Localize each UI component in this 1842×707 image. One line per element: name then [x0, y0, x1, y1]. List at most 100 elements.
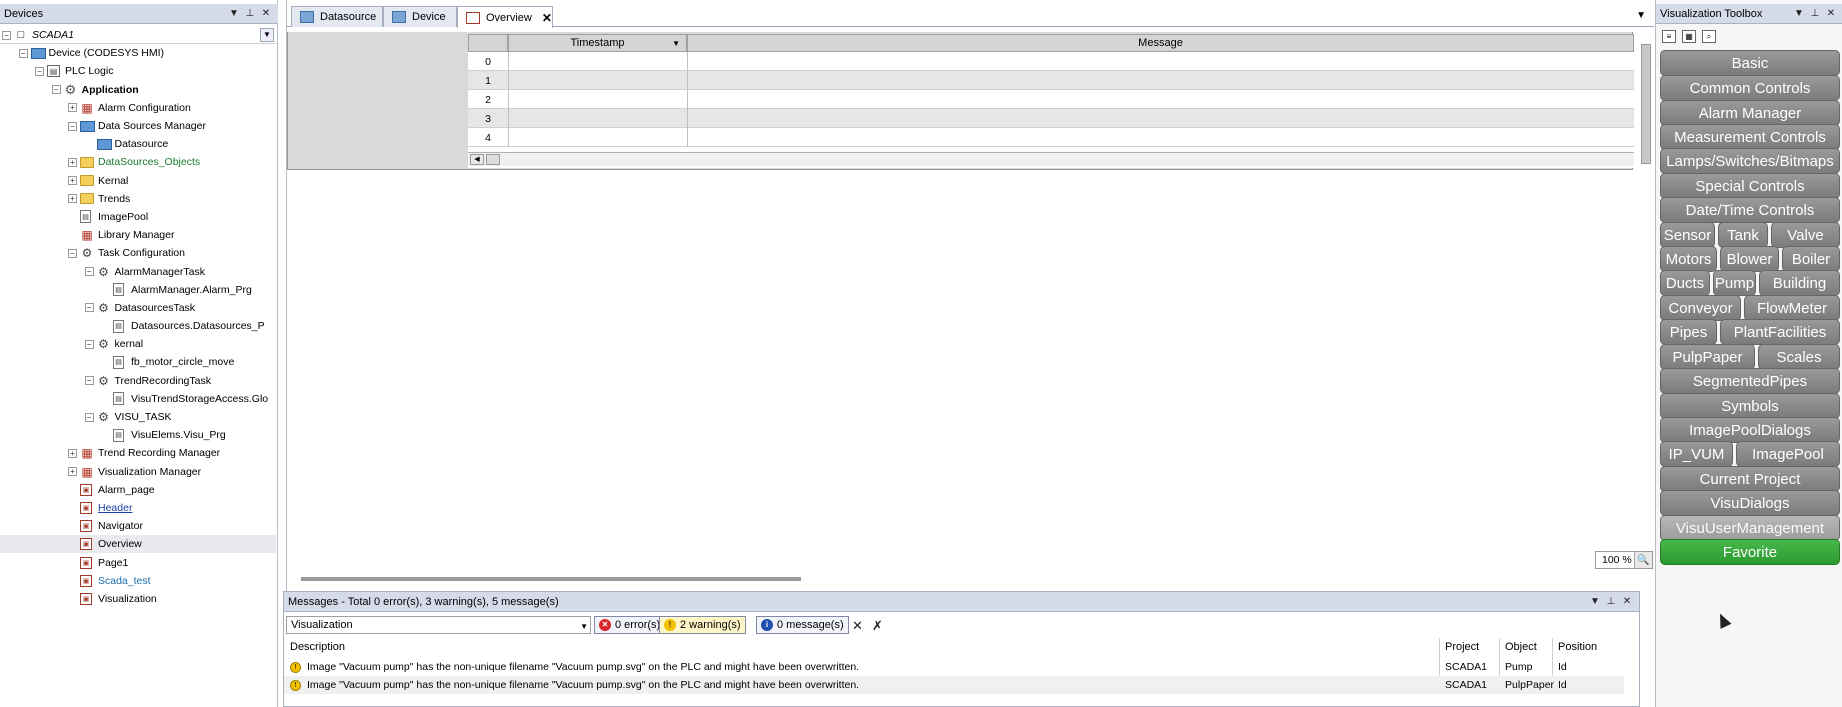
tree-item[interactable]: ▤ ImagePool	[0, 208, 276, 226]
tree-item[interactable]: ▣ Overview	[0, 535, 276, 554]
project-column-header[interactable]: Project	[1445, 638, 1479, 656]
pin-icon[interactable]: ⊥	[1807, 8, 1823, 19]
expand-icon[interactable]: +	[68, 176, 77, 186]
tree-item[interactable]: ▤ Datasources.Datasources_P	[0, 317, 276, 335]
toolbox-category-imagepooldialogs[interactable]: ImagePoolDialogs	[1660, 417, 1840, 443]
editor-horizontal-scrollbar[interactable]	[301, 577, 801, 581]
toolbox-category-conveyor[interactable]: Conveyor	[1660, 295, 1741, 321]
message-row[interactable]: ! Image "Vacuum pump" has the non-unique …	[284, 676, 1624, 694]
tree-item[interactable]: − Data Sources Manager	[0, 117, 276, 135]
collapse-icon[interactable]: −	[68, 121, 77, 131]
tree-item[interactable]: − ⚙ DatasourcesTask	[0, 299, 276, 317]
tab-overview[interactable]: Overview ✕	[457, 6, 553, 28]
tree-item[interactable]: − ⚙ Task Configuration	[0, 244, 276, 262]
tree-item[interactable]: ▤ fb_motor_circle_move	[0, 353, 276, 371]
zoom-control[interactable]: 100 % 🔍	[1595, 551, 1653, 569]
position-column-header[interactable]: Position	[1558, 638, 1597, 656]
toolbox-category-building[interactable]: Building	[1759, 270, 1840, 296]
close-tab-icon[interactable]: ✕	[542, 11, 552, 25]
expand-icon[interactable]: +	[68, 467, 77, 477]
toolbox-category-lamps-switches-bitmaps[interactable]: Lamps/Switches/Bitmaps	[1660, 148, 1840, 174]
tree-item[interactable]: + ▦ Visualization Manager	[0, 463, 276, 481]
toolbox-category-special-controls[interactable]: Special Controls	[1660, 173, 1840, 199]
messages-filter-button[interactable]: i 0 message(s)	[756, 616, 849, 634]
toolbox-category-blower[interactable]: Blower	[1720, 246, 1779, 272]
toolbox-category-favorite[interactable]: Favorite	[1660, 539, 1840, 565]
dropdown-icon[interactable]: ▼	[1791, 8, 1807, 19]
scroll-left-icon[interactable]: ◀	[470, 154, 484, 165]
toolbox-category-valve[interactable]: Valve	[1771, 222, 1840, 248]
toolbox-category-basic[interactable]: Basic	[1660, 50, 1840, 76]
expand-icon[interactable]: +	[68, 194, 77, 204]
tree-item[interactable]: − ⚙ AlarmManagerTask	[0, 262, 276, 280]
alarm-table[interactable]: Timestamp ▼ Message 0 1 2 3 4 ◀	[468, 34, 1634, 168]
tree-item[interactable]: ▤ AlarmManager.Alarm_Prg	[0, 281, 276, 299]
tree-item[interactable]: + ▦ Trend Recording Manager	[0, 444, 276, 462]
toolbox-category-pulppaper[interactable]: PulpPaper	[1660, 344, 1755, 370]
toolbox-category-boiler[interactable]: Boiler	[1782, 246, 1840, 272]
toolbox-category-ducts[interactable]: Ducts	[1660, 270, 1710, 296]
message-row[interactable]: ! Image "Vacuum pump" has the non-unique …	[284, 658, 1624, 676]
close-icon[interactable]: ✕	[1619, 596, 1635, 607]
tree-item[interactable]: ▣ Scada_test	[0, 572, 276, 590]
scroll-thumb[interactable]	[486, 154, 500, 165]
toolbox-category-measurement-controls[interactable]: Measurement Controls	[1660, 124, 1840, 150]
toolbox-category-date-time-controls[interactable]: Date/Time Controls	[1660, 197, 1840, 223]
expand-icon[interactable]: +	[68, 103, 77, 113]
errors-filter-button[interactable]: ✕ 0 error(s)	[594, 616, 666, 634]
tree-item[interactable]: − ▤ PLC Logic	[0, 62, 276, 80]
warnings-filter-button[interactable]: ! 2 warning(s)	[659, 616, 746, 634]
chevron-down-icon[interactable]: ▼	[580, 619, 588, 635]
toolbox-category-pump[interactable]: Pump	[1713, 270, 1756, 296]
collapse-icon[interactable]: −	[84, 267, 94, 277]
pin-icon[interactable]: ⊥	[242, 8, 258, 19]
expand-icon[interactable]: +	[68, 448, 77, 458]
tree-item[interactable]: ▣ Alarm_page	[0, 481, 276, 499]
collapse-icon[interactable]: −	[51, 85, 61, 95]
collapse-icon[interactable]: −	[84, 412, 94, 422]
toolbox-category-flowmeter[interactable]: FlowMeter	[1744, 295, 1840, 321]
dropdown-icon[interactable]: ▼	[1587, 596, 1603, 607]
zoom-icon[interactable]: 🔍	[1634, 552, 1652, 568]
tree-item[interactable]: − ⚙ Application	[0, 81, 276, 99]
toolbox-category-motors[interactable]: Motors	[1660, 246, 1717, 272]
alarm-row[interactable]: 3	[468, 109, 1634, 128]
description-column-header[interactable]: Description	[290, 638, 345, 656]
tree-item[interactable]: − □ SCADA1	[0, 26, 276, 44]
alarm-row[interactable]: 0	[468, 52, 1634, 71]
toolbox-category-scales[interactable]: Scales	[1758, 344, 1840, 370]
list-view-icon[interactable]: ≡	[1662, 29, 1676, 43]
collapse-icon[interactable]: −	[84, 339, 94, 349]
toolbox-category-imagepool[interactable]: ImagePool	[1736, 441, 1840, 467]
dropdown-icon[interactable]: ▼	[226, 8, 242, 19]
clear-all-icon[interactable]: ✗	[872, 618, 883, 634]
alarm-table-scrollbar[interactable]: ◀	[468, 152, 1634, 166]
tree-item[interactable]: ▣ Visualization	[0, 590, 276, 608]
grid-view-icon[interactable]: ▦	[1682, 29, 1696, 43]
tree-item[interactable]: − ⚙ kernal	[0, 335, 276, 353]
collapse-icon[interactable]: −	[68, 248, 77, 258]
tree-item[interactable]: + Trends	[0, 190, 276, 208]
tree-item[interactable]: ▣ Page1	[0, 553, 276, 571]
collapse-icon[interactable]: −	[84, 376, 94, 386]
clear-icon[interactable]: ✕	[852, 618, 863, 634]
toolbox-category-ip-vum[interactable]: IP_VUM	[1660, 441, 1733, 467]
toolbox-category-alarm-manager[interactable]: Alarm Manager	[1660, 100, 1840, 126]
toolbox-category-sensor[interactable]: Sensor	[1660, 222, 1715, 248]
tab-overflow-icon[interactable]: ▼	[1636, 10, 1646, 21]
tree-item[interactable]: + DataSources_Objects	[0, 153, 276, 171]
toolbox-category-plantfacilities[interactable]: PlantFacilities	[1720, 319, 1840, 345]
collapse-icon[interactable]: −	[18, 48, 28, 58]
toolbox-category-tank[interactable]: Tank	[1718, 222, 1768, 248]
alarm-row[interactable]: 4	[468, 128, 1634, 147]
toolbox-category-visuusermanagement[interactable]: VisuUserManagement	[1660, 515, 1840, 541]
alarm-row[interactable]: 2	[468, 90, 1634, 109]
object-column-header[interactable]: Object	[1505, 638, 1537, 656]
message-header[interactable]: Message	[687, 34, 1634, 52]
tree-item[interactable]: ▦ Library Manager	[0, 226, 276, 244]
collapse-icon[interactable]: −	[84, 303, 94, 313]
tree-item[interactable]: − ⚙ TrendRecordingTask	[0, 372, 276, 390]
tab-datasource[interactable]: Datasource	[291, 6, 383, 27]
alarm-row[interactable]: 1	[468, 71, 1634, 90]
toolbox-category-symbols[interactable]: Symbols	[1660, 393, 1840, 419]
